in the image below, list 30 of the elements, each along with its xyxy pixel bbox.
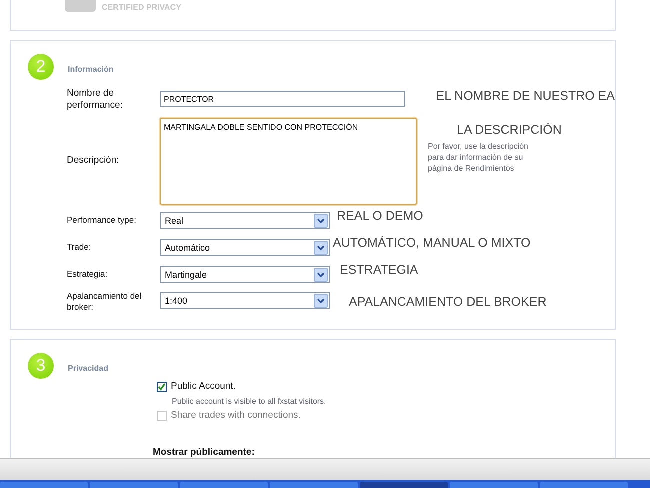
field-label: Estrategia: <box>67 269 109 280</box>
performance-name-field[interactable]: PROTECTOR <box>160 91 406 107</box>
annotation-text: REAL O DEMO <box>337 209 424 223</box>
field-label: Trade: <box>67 242 92 253</box>
help-text: Public account is visible to all fxstat visitors. <box>172 397 328 406</box>
field-label: Performance type: <box>67 215 138 226</box>
annotation-text: EL NOMBRE DE NUESTRO EA <box>436 89 615 103</box>
badge-label: CERTIFIED PRIVACY <box>102 3 182 12</box>
field-label: Apalancamiento del broker: <box>67 291 143 313</box>
annotation-text: ESTRATEGIA <box>340 263 418 277</box>
section-subtitle: Mostrar públicamente: <box>153 447 256 458</box>
annotation-text: LA DESCRIPCIÓN <box>457 123 562 137</box>
dropdown[interactable]: Martingale <box>160 266 330 283</box>
checkbox-label: Public Account. <box>171 381 236 392</box>
checkbox-label: Share trades with connections. <box>171 410 301 421</box>
step-number: 3 <box>28 353 54 379</box>
certificate-logo-icon <box>65 0 96 12</box>
annotation-text: AUTOMÁTICO, MANUAL O MIXTO <box>333 236 531 250</box>
field-label: Descripción: <box>67 155 120 167</box>
dropdown[interactable]: Real <box>160 212 330 229</box>
description-field[interactable]: MARTINGALA DOBLE SENTIDO CON PROTECCIÓN <box>160 118 417 205</box>
annotation-text: APALANCAMIENTO DEL BROKER <box>349 295 547 309</box>
dropdown[interactable]: Automático <box>160 239 330 256</box>
field-label: Nombre de performance: <box>67 88 124 112</box>
dropdown[interactable]: 1:400 <box>160 292 330 309</box>
step-number: 2 <box>28 54 54 80</box>
help-text: Por favor, use la descripción para dar información de su página de Rendimientos <box>428 141 530 174</box>
section-title: Información <box>68 64 114 74</box>
checkbox[interactable] <box>157 382 167 392</box>
section-title: Privacidad <box>68 364 108 372</box>
